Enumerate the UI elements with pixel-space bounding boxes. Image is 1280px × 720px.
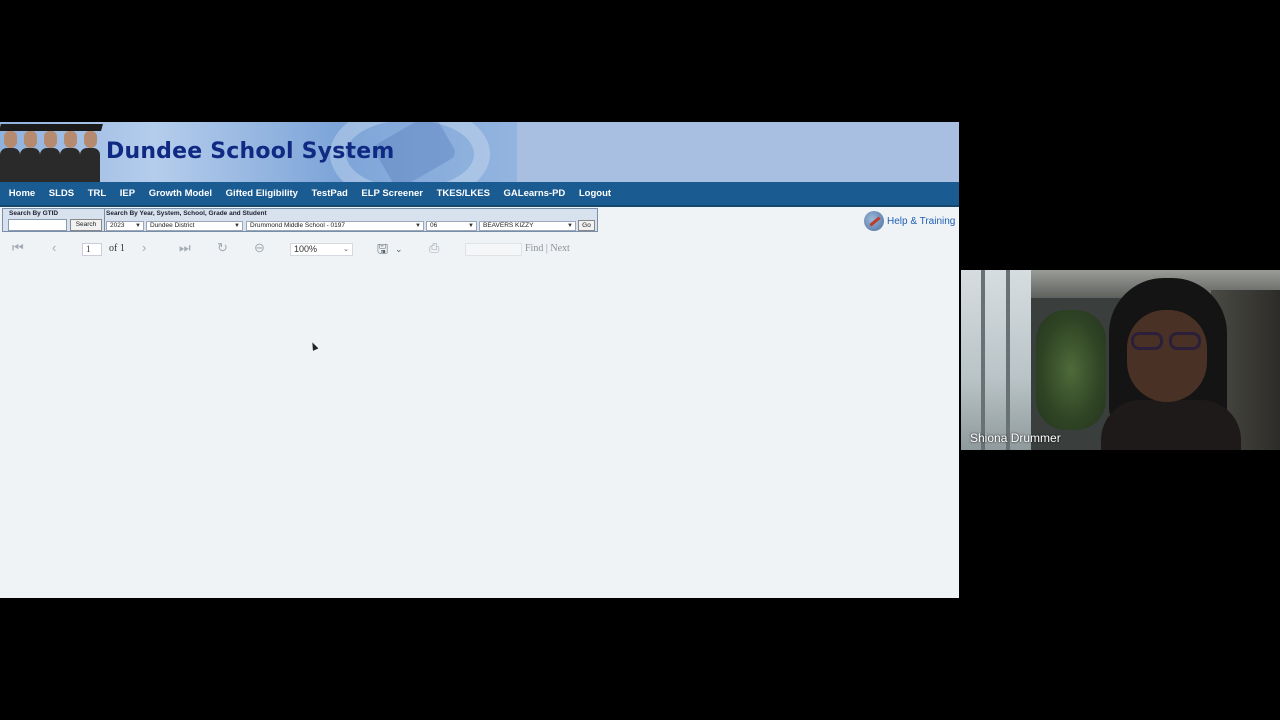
find-input[interactable]	[465, 243, 522, 256]
report-toolbar: ⏮ ‹ 1 of 1 › ⏭ ↻ ⊖ 100% ⌄ 🖫 ⌄ ⎙ Find | Ne…	[0, 236, 600, 262]
chevron-down-icon: ▼	[415, 223, 421, 229]
first-page-icon[interactable]: ⏮	[12, 240, 24, 256]
nav-item-logout[interactable]: Logout	[572, 188, 618, 199]
nav-item-growth-model[interactable]: Growth Model	[142, 188, 219, 199]
background-window	[961, 270, 1031, 450]
chevron-down-icon: ▼	[567, 223, 573, 229]
student-select[interactable]: BEAVERS KIZZY ▼	[479, 221, 576, 231]
background-plants	[1036, 310, 1106, 430]
nav-item-tkes-lkes[interactable]: TKES/LKES	[430, 188, 497, 199]
back-icon[interactable]: ⊖	[254, 240, 265, 256]
site-title: Dundee School System	[106, 139, 395, 164]
participant-face	[1127, 310, 1207, 402]
go-button[interactable]: Go	[578, 220, 595, 231]
banner-image: Dundee School System	[0, 122, 517, 182]
save-icon[interactable]: 🖫	[377, 240, 388, 262]
filters-label: Search By Year, System, School, Grade an…	[106, 210, 267, 217]
gtid-search-button[interactable]: Search	[70, 219, 102, 231]
chevron-down-icon: ▼	[135, 223, 141, 229]
nav-item-testpad[interactable]: TestPad	[305, 188, 355, 199]
mouse-cursor	[309, 341, 319, 351]
page-count: of 1	[109, 243, 125, 254]
nav-item-home[interactable]: Home	[2, 188, 42, 199]
nav-item-trl[interactable]: TRL	[81, 188, 113, 199]
find-next-link[interactable]: Find | Next	[525, 243, 570, 254]
chevron-down-icon: ▼	[234, 223, 240, 229]
nav-item-elp-screener[interactable]: ELP Screener	[355, 188, 430, 199]
school-value: Drummond Middle School - 0197	[250, 222, 346, 229]
help-training-label: Help & Training	[887, 215, 956, 227]
student-value: BEAVERS KIZZY	[483, 222, 534, 229]
page-number-input[interactable]: 1	[82, 243, 102, 256]
graduates-photo	[0, 122, 103, 182]
last-page-icon[interactable]: ⏭	[179, 240, 191, 256]
site-banner: Dundee School System	[0, 122, 959, 182]
system-value: Dundee District	[150, 222, 195, 229]
gtid-search-box: Search By GTID Search	[3, 209, 105, 231]
nav-item-gifted-eligibility[interactable]: Gifted Eligibility	[219, 188, 305, 199]
shared-screen: Dundee School System Home SLDS TRL IEP G…	[0, 122, 959, 598]
gtid-label: Search By GTID	[9, 210, 59, 217]
chevron-down-icon: ▼	[468, 223, 474, 229]
help-tools-icon	[864, 211, 884, 231]
meeting-stage: Dundee School System Home SLDS TRL IEP G…	[0, 0, 1280, 720]
main-nav: Home SLDS TRL IEP Growth Model Gifted El…	[0, 182, 959, 207]
year-value: 2023	[110, 222, 125, 229]
year-select[interactable]: 2023 ▼	[106, 221, 144, 231]
help-training-link[interactable]: Help & Training	[864, 211, 955, 231]
nav-item-galearns-pd[interactable]: GALearns-PD	[497, 188, 572, 199]
grade-value: 06	[430, 222, 438, 229]
school-select[interactable]: Drummond Middle School - 0197 ▼	[246, 221, 424, 231]
print-icon[interactable]: ⎙	[429, 240, 439, 256]
save-dropdown-icon[interactable]: ⌄	[395, 244, 403, 255]
nav-item-iep[interactable]: IEP	[113, 188, 142, 199]
grade-select[interactable]: 06 ▼	[426, 221, 477, 231]
zoom-select[interactable]: 100% ⌄	[290, 243, 353, 256]
nav-item-slds[interactable]: SLDS	[42, 188, 81, 199]
next-page-icon[interactable]: ›	[142, 240, 146, 255]
participant-body	[1101, 400, 1241, 450]
zoom-value: 100%	[294, 244, 318, 254]
participant-glasses	[1131, 332, 1205, 352]
gtid-input[interactable]	[8, 219, 67, 231]
system-select[interactable]: Dundee District ▼	[146, 221, 243, 231]
participant-name: Shiona Drummer	[970, 431, 1061, 445]
refresh-icon[interactable]: ↻	[217, 240, 228, 256]
previous-page-icon[interactable]: ‹	[52, 240, 56, 255]
search-panel: Search By GTID Search Search By Year, Sy…	[2, 208, 598, 232]
chevron-down-icon: ⌄	[343, 246, 349, 253]
participant-video: Shiona Drummer	[961, 270, 1280, 450]
